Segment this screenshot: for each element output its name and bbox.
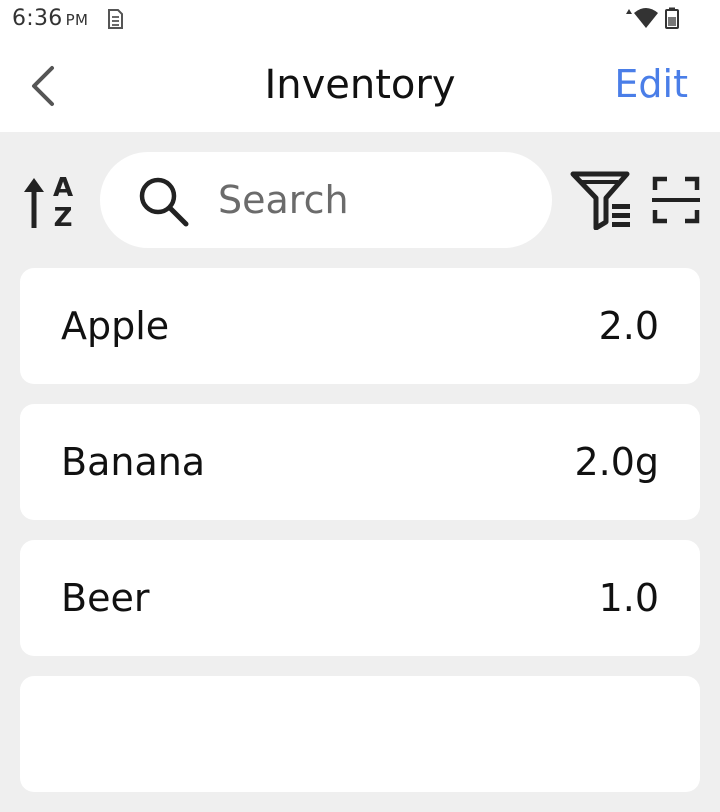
sim-icon	[108, 9, 123, 29]
page-title: Inventory	[264, 62, 456, 108]
svg-text:Z: Z	[54, 203, 73, 232]
app-bar: Inventory Edit	[0, 40, 720, 132]
status-time-value: 6:36	[12, 6, 63, 31]
filter-list-icon	[570, 171, 630, 230]
list-item[interactable]	[20, 676, 700, 792]
status-icons	[626, 7, 679, 29]
search-bar	[100, 152, 552, 248]
data-arrows-icon	[626, 9, 632, 14]
list-item[interactable]: Apple 2.0	[20, 268, 700, 384]
status-ampm: PM	[65, 11, 89, 29]
status-bar: 6:36 PM	[0, 0, 720, 40]
search-icon	[139, 177, 189, 227]
back-button[interactable]	[22, 64, 66, 108]
item-quantity: 1.0	[598, 576, 659, 620]
battery-icon	[665, 7, 679, 29]
item-name: Apple	[61, 304, 170, 348]
toolbar: A Z	[0, 132, 720, 268]
sort-button[interactable]: A Z	[18, 168, 82, 232]
filter-button[interactable]	[570, 170, 632, 230]
barcode-scan-icon	[652, 176, 700, 224]
edit-button[interactable]: Edit	[614, 62, 688, 106]
list-item[interactable]: Banana 2.0g	[20, 404, 700, 520]
item-name: Beer	[61, 576, 150, 620]
svg-text:A: A	[53, 173, 73, 203]
item-quantity: 2.0g	[574, 440, 659, 484]
search-input[interactable]	[218, 168, 528, 232]
wifi-icon	[634, 8, 658, 28]
inventory-list: Apple 2.0 Banana 2.0g Beer 1.0	[20, 268, 700, 812]
status-time: 6:36 PM	[12, 6, 88, 31]
item-name: Banana	[61, 440, 206, 484]
chevron-left-icon	[32, 66, 54, 106]
sort-az-icon: A Z	[24, 173, 73, 232]
item-quantity: 2.0	[598, 304, 659, 348]
scan-button[interactable]	[652, 176, 700, 224]
list-item[interactable]: Beer 1.0	[20, 540, 700, 656]
